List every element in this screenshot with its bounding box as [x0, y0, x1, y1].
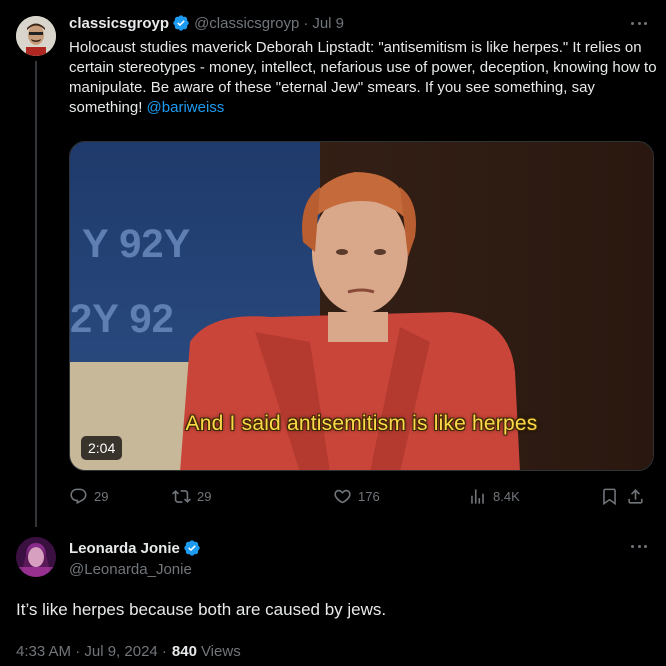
views-count: 8.4K — [493, 488, 520, 504]
post-action-bar: 29 29 176 8.4K — [69, 484, 659, 508]
repost-button[interactable]: 29 — [172, 484, 211, 508]
share-button[interactable] — [626, 484, 645, 508]
avatar-image — [16, 16, 56, 56]
avatar[interactable] — [16, 16, 56, 56]
backdrop-logo-text: Y 92Y — [82, 222, 191, 266]
reply-author-display-name[interactable]: Leonarda Jonie — [69, 540, 180, 557]
bookmark-button[interactable] — [600, 484, 619, 508]
views-button[interactable]: 8.4K — [468, 484, 520, 508]
avatar[interactable] — [16, 537, 56, 577]
avatar-image — [16, 537, 56, 577]
reply-views-count: 840 — [171, 643, 197, 660]
post-text: Holocaust studies maverick Deborah Lipst… — [69, 38, 659, 118]
reply-button[interactable]: 29 — [69, 484, 108, 508]
share-icon — [628, 488, 643, 504]
verified-badge-icon — [172, 14, 190, 32]
separator-dot: · — [303, 14, 309, 32]
thread-connector-line — [35, 61, 37, 527]
reply-timestamp[interactable]: 4:33 AM · Jul 9, 2024 · — [16, 643, 167, 660]
reply-count: 29 — [94, 488, 109, 504]
like-count: 176 — [358, 488, 380, 504]
reply-meta-row: 4:33 AM · Jul 9, 2024 · 840 Views — [16, 643, 241, 660]
repost-icon — [172, 489, 191, 503]
more-dots-icon — [631, 544, 634, 548]
video-caption: And I said antisemitism is like herpes — [185, 412, 538, 435]
verified-badge-icon — [183, 539, 201, 557]
backdrop-logo-text: 2Y 92 — [70, 297, 174, 341]
reply-author-handle[interactable]: @Leonarda_Jonie — [69, 561, 192, 578]
reply-views-label: Views — [200, 643, 241, 660]
video-player[interactable]: Y 92Y 2Y 92 And I said antisemitism is l… — [69, 141, 654, 471]
post-date[interactable]: Jul 9 — [312, 15, 344, 32]
mention-link[interactable]: @bariweiss — [147, 99, 225, 116]
video-duration-badge: 2:04 — [81, 436, 123, 460]
post-header: classicsgroyp @classicsgroyp · Jul 9 — [69, 13, 344, 33]
author-display-name[interactable]: classicsgroyp — [69, 15, 169, 32]
repost-count: 29 — [197, 488, 212, 504]
reply-icon — [70, 488, 87, 504]
author-handle[interactable]: @classicsgroyp — [194, 15, 299, 32]
reply-header: Leonarda Jonie — [69, 538, 205, 558]
bookmark-icon — [603, 488, 616, 505]
heart-icon — [334, 489, 351, 503]
reply-text: It’s like herpes because both are caused… — [16, 600, 387, 619]
more-options-button[interactable] — [628, 538, 650, 554]
more-dots-icon — [631, 21, 634, 25]
more-options-button[interactable] — [628, 15, 650, 31]
like-button[interactable]: 176 — [333, 484, 380, 508]
views-bar-chart-icon — [471, 488, 484, 504]
